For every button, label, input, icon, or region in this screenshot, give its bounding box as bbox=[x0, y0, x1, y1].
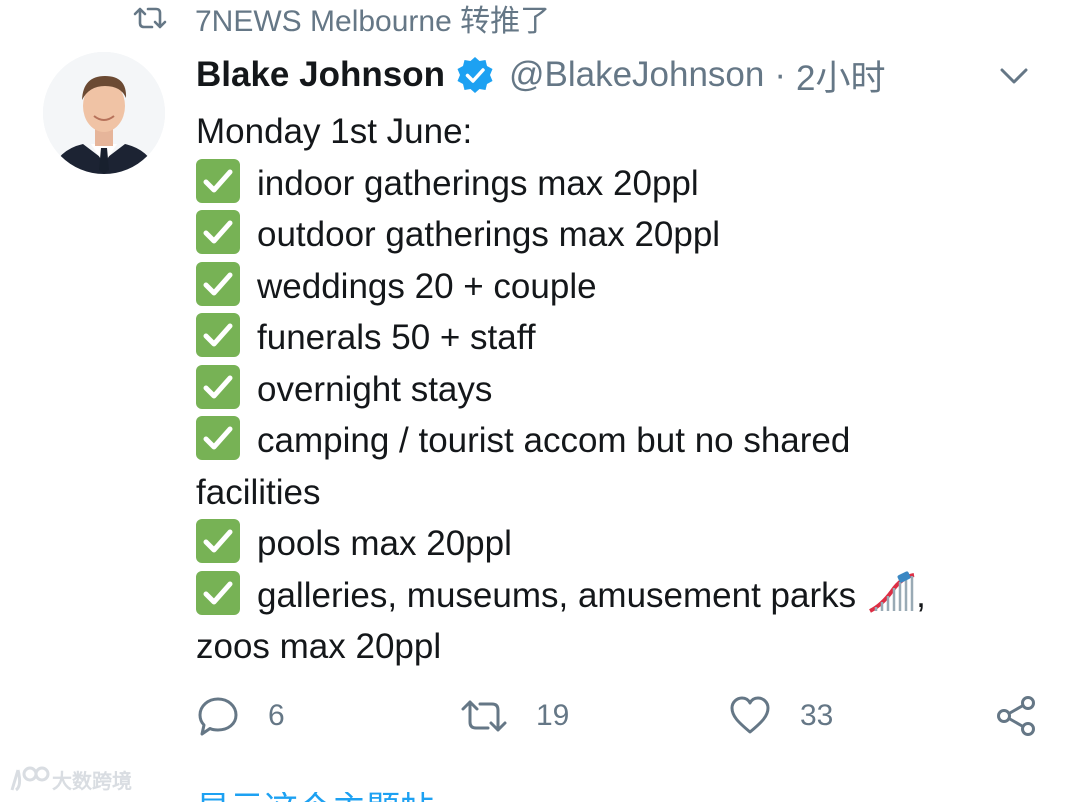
check-mark-icon bbox=[196, 519, 240, 563]
avatar-image bbox=[43, 52, 165, 174]
list-item: indoor gatherings max 20ppl bbox=[196, 158, 1016, 210]
list-item: funerals 50 + staff bbox=[196, 312, 1016, 364]
avatar[interactable] bbox=[43, 52, 165, 174]
retweet-button[interactable]: 19 bbox=[460, 690, 569, 742]
tweet-intro: Monday 1st June: bbox=[196, 112, 473, 151]
retweet-count: 19 bbox=[536, 699, 570, 732]
list-item: overnight stays bbox=[196, 364, 1016, 416]
list-item: camping / tourist accom but no shared bbox=[196, 415, 1016, 467]
author-name[interactable]: Blake Johnson bbox=[196, 55, 445, 95]
list-item: outdoor gatherings max 20ppl bbox=[196, 209, 1016, 261]
tweet-header: Blake Johnson @BlakeJohnson · 2小时 bbox=[196, 52, 1040, 98]
watermark-logo-icon bbox=[10, 766, 50, 792]
check-mark-icon bbox=[196, 158, 240, 203]
tweet-text: Monday 1st June: indoor gatherings max 2… bbox=[196, 106, 1016, 673]
retweet-context[interactable]: 7NEWS Melbourne 转推了 bbox=[133, 0, 550, 38]
watermark: 大数跨境 bbox=[8, 764, 132, 794]
list-item: galleries, museums, amusement parks, bbox=[196, 570, 1016, 622]
watermark-text: 大数跨境 bbox=[52, 770, 132, 793]
check-mark-icon bbox=[196, 313, 240, 357]
check-mark-icon bbox=[196, 364, 240, 409]
verified-badge-icon bbox=[457, 57, 493, 93]
roller-coaster-icon bbox=[869, 570, 915, 613]
check-mark-icon bbox=[196, 210, 240, 254]
retweet-label: 7NEWS Melbourne 转推了 bbox=[195, 5, 551, 38]
tweet-time[interactable]: 2小时 bbox=[796, 50, 885, 101]
retweet-icon bbox=[461, 700, 507, 732]
check-mark-icon bbox=[196, 416, 240, 460]
share-icon bbox=[997, 696, 1035, 736]
chevron-down-icon[interactable] bbox=[996, 58, 1032, 94]
retweet-icon bbox=[133, 7, 167, 29]
author-handle[interactable]: @BlakeJohnson bbox=[509, 55, 764, 95]
check-mark-icon bbox=[196, 261, 240, 306]
share-button[interactable] bbox=[994, 690, 1066, 742]
reply-count: 6 bbox=[268, 699, 285, 732]
tweet-actions: 6 19 33 bbox=[196, 690, 1040, 742]
list-item: pools max 20ppl bbox=[196, 518, 1016, 570]
like-button[interactable]: 33 bbox=[728, 690, 833, 742]
list-item: weddings 20 + couple bbox=[196, 261, 1016, 313]
show-thread-link[interactable]: 显示这个主题帖 bbox=[196, 792, 434, 802]
heart-icon bbox=[730, 696, 770, 734]
reply-icon bbox=[198, 697, 238, 736]
reply-button[interactable]: 6 bbox=[196, 690, 285, 742]
list-item-continuation: facilities bbox=[196, 472, 321, 512]
separator-dot: · bbox=[774, 55, 787, 94]
like-count: 33 bbox=[800, 699, 834, 732]
list-item-continuation: zoos max 20ppl bbox=[196, 627, 442, 666]
check-mark-icon bbox=[196, 570, 240, 615]
